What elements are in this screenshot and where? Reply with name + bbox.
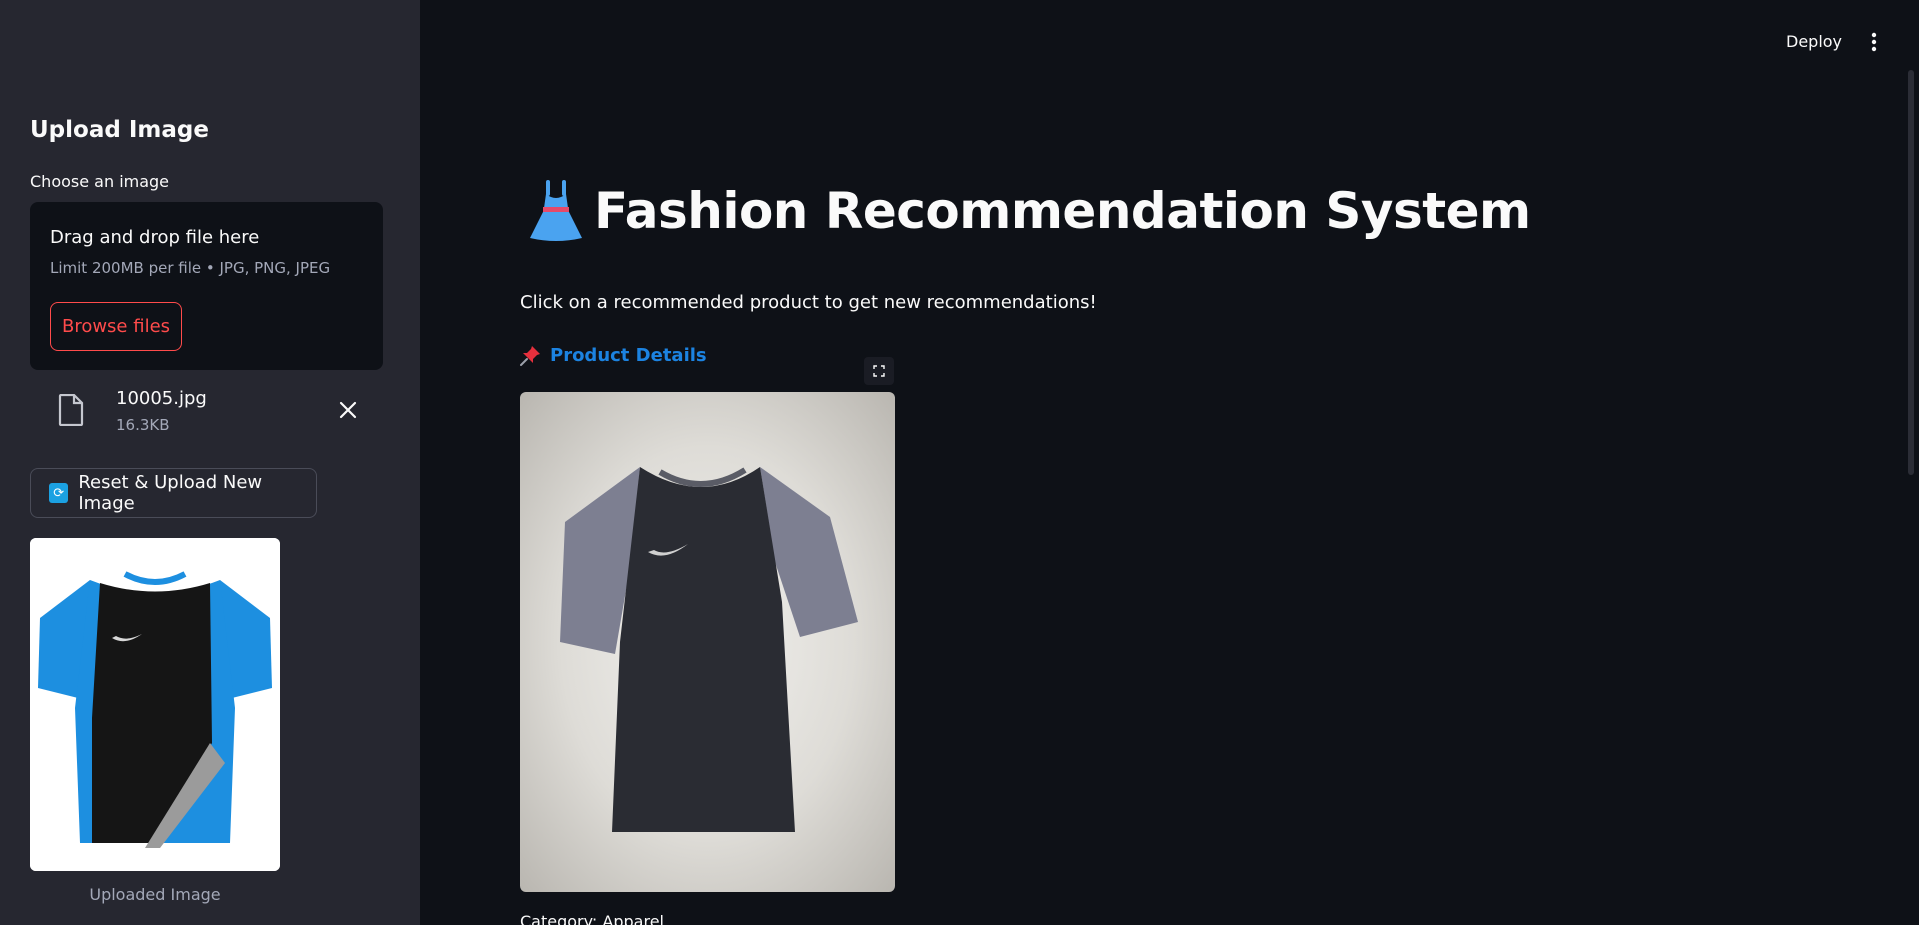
dropzone-limit: Limit 200MB per file • JPG, PNG, JPEG [50,259,331,277]
sidebar-title: Upload Image [30,117,209,143]
file-icon [58,394,84,426]
product-details-label: Product Details [550,344,707,366]
product-image[interactable] [520,392,895,892]
instruction-text: Click on a recommended product to get ne… [520,292,1097,313]
page-title-text: Fashion Recommendation System [594,182,1531,240]
uploaded-image-caption: Uploaded Image [89,885,221,904]
close-icon[interactable] [336,398,360,422]
refresh-icon: ⟳ [49,483,69,503]
uploader-label: Choose an image [30,172,170,191]
scrollbar[interactable] [1908,70,1914,475]
expand-icon [873,365,885,377]
uploaded-file-row: 10005.jpg 16.3KB [30,380,383,440]
uploaded-image [30,538,280,871]
more-menu-icon[interactable] [1864,30,1884,54]
page-title: Fashion Recommendation System [528,180,1531,242]
dress-icon [530,180,582,241]
fullscreen-button[interactable] [864,357,894,385]
sidebar: Upload Image Choose an image Drag and dr… [0,0,420,925]
dropzone-title: Drag and drop file here [50,227,260,248]
deploy-button[interactable]: Deploy [1786,32,1842,51]
file-dropzone[interactable]: Drag and drop file here Limit 200MB per … [30,202,383,370]
file-name: 10005.jpg [116,388,207,409]
product-category-text: Category: Apparel [520,912,664,925]
product-details-heading: Product Details [520,344,707,366]
reset-upload-label: Reset & Upload New Image [78,472,263,514]
file-size: 16.3KB [116,416,170,434]
pushpin-icon [520,346,540,366]
browse-files-button[interactable]: Browse files [50,302,182,351]
reset-upload-button[interactable]: ⟳ Reset & Upload New Image [30,468,317,518]
